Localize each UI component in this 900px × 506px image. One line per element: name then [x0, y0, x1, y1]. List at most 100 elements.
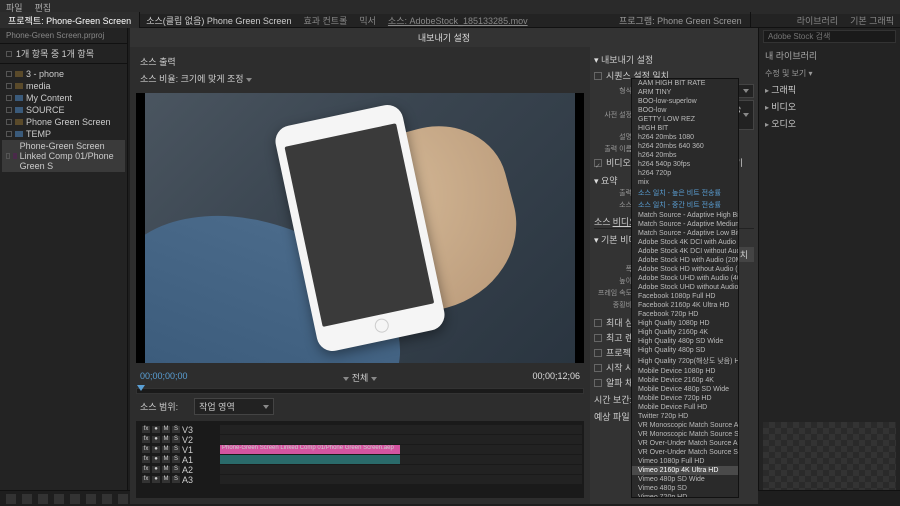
track-button[interactable]: S [172, 466, 180, 473]
timecode-in[interactable]: 00;00;00;00 [140, 371, 188, 384]
track-content[interactable] [220, 455, 582, 464]
checkbox-icon[interactable] [6, 119, 12, 125]
preset-option[interactable]: Twitter 720p HD [632, 412, 738, 421]
track-button[interactable]: M [162, 436, 170, 443]
max-quality-checkbox[interactable] [594, 334, 602, 342]
preset-option[interactable]: Adobe Stock 4K DCI with Audio (40Mbps) [632, 238, 738, 247]
timeline-track[interactable]: fx●MSA1 [138, 455, 582, 464]
settings-tab-effects[interactable]: 소스 [594, 215, 611, 228]
track-button[interactable]: ● [152, 436, 160, 443]
lib-group-graphics[interactable]: 그래픽 [771, 85, 796, 95]
audio-clip[interactable] [220, 455, 400, 464]
preset-option[interactable]: High Quality 2160p 4K [632, 328, 738, 337]
preset-option[interactable]: Vimeo 480p SD Wide [632, 475, 738, 484]
tab-library[interactable]: 라이브러리 [791, 12, 844, 29]
checkbox-icon[interactable] [6, 71, 12, 77]
preset-option[interactable]: h264 720p [632, 169, 738, 178]
track-button[interactable]: fx [142, 436, 150, 443]
preset-option[interactable]: h264 20mbs 640 360 [632, 142, 738, 151]
tab-program[interactable]: 프로그램: Phone Green Screen [611, 12, 751, 29]
preset-option[interactable]: Facebook 1080p Full HD [632, 292, 738, 301]
track-button[interactable]: ● [152, 476, 160, 483]
track-button[interactable]: ● [152, 426, 160, 433]
tab-mixer[interactable]: 믹서 [353, 12, 382, 29]
export-tab-output[interactable]: 출력 [159, 57, 176, 67]
track-button[interactable]: ● [152, 446, 160, 453]
range-dropdown[interactable]: 작업 영역 [194, 398, 274, 415]
project-item[interactable]: Phone Green Screen [2, 116, 125, 128]
library-sort[interactable]: 수정 및 보기 ▾ [759, 66, 900, 81]
preset-option[interactable]: Vimeo 720p HD [632, 493, 738, 498]
track-content[interactable] [220, 435, 582, 444]
tool-hand-icon[interactable] [102, 494, 112, 504]
checkbox-icon[interactable] [6, 153, 10, 159]
tool-selection-icon[interactable] [6, 494, 16, 504]
track-button[interactable]: fx [142, 426, 150, 433]
tool-type-icon[interactable] [118, 494, 128, 504]
timeline-track[interactable]: fx●MSV2 [138, 435, 582, 444]
fit-dropdown[interactable]: 크기에 맞게 조정 [181, 74, 244, 84]
preset-option[interactable]: Mobile Device 2160p 4K [632, 376, 738, 385]
preset-option[interactable]: BOO-low [632, 106, 738, 115]
preset-option[interactable]: Adobe Stock HD without Audio (20Mbps) [632, 265, 738, 274]
stock-search-input[interactable] [763, 30, 896, 43]
preset-option[interactable]: 소스 일치 - 중간 비트 전송률 [632, 199, 738, 211]
preset-option[interactable]: h264 20mbs [632, 151, 738, 160]
track-button[interactable]: M [162, 476, 170, 483]
project-item[interactable]: SOURCE [2, 104, 125, 116]
timeline-track[interactable]: fx●MSA3 [138, 475, 582, 484]
preset-option[interactable]: Match Source - Adaptive Low Bitrate [632, 229, 738, 238]
checkbox-icon[interactable] [6, 83, 12, 89]
track-button[interactable]: ● [152, 456, 160, 463]
alpha-checkbox[interactable] [594, 379, 602, 387]
track-button[interactable]: M [162, 426, 170, 433]
preset-option[interactable]: Facebook 720p HD [632, 310, 738, 319]
tab-effect-controls[interactable]: 효과 컨트롤 [297, 12, 353, 29]
tool-slip-icon[interactable] [70, 494, 80, 504]
project-item[interactable]: TEMP [2, 128, 125, 140]
tool-pen-icon[interactable] [86, 494, 96, 504]
preset-option[interactable]: Vimeo 1080p Full HD [632, 457, 738, 466]
track-button[interactable]: S [172, 436, 180, 443]
tool-track-icon[interactable] [22, 494, 32, 504]
preset-option[interactable]: 소스 일치 - 높은 비트 전송률 [632, 187, 738, 199]
preset-option[interactable]: ARM TINY [632, 88, 738, 97]
timeline-track[interactable]: fx●MSV3 [138, 425, 582, 434]
track-button[interactable]: S [172, 476, 180, 483]
max-depth-checkbox[interactable] [594, 319, 602, 327]
preset-option[interactable]: AAM HIGH BIT RATE [632, 79, 738, 88]
export-video-checkbox[interactable] [594, 159, 602, 167]
track-content[interactable] [220, 475, 582, 484]
tab-source[interactable]: 소스(클립 없음) Phone Green Screen [140, 12, 297, 29]
preset-option[interactable]: Adobe Stock UHD without Audio (40Mbps) [632, 283, 738, 292]
tab-graphics[interactable]: 기본 그래픽 [844, 12, 900, 29]
preset-option[interactable]: Mobile Device Full HD [632, 403, 738, 412]
preset-option[interactable]: VR Over-Under Match Source Ambisonics [632, 439, 738, 448]
preset-option[interactable]: h264 20mbs 1080 [632, 133, 738, 142]
project-item[interactable]: media [2, 80, 125, 92]
preset-option[interactable]: Vimeo 480p SD [632, 484, 738, 493]
bin-view-icon[interactable] [6, 51, 12, 57]
export-scrubber[interactable] [136, 388, 584, 394]
preset-option[interactable]: h264 540p 30fps [632, 160, 738, 169]
preset-option[interactable]: GETTY LOW REZ [632, 115, 738, 124]
preset-option[interactable]: Mobile Device 720p HD [632, 394, 738, 403]
preset-option[interactable]: Adobe Stock UHD with Audio (40Mbps) [632, 274, 738, 283]
project-item[interactable]: My Content [2, 92, 125, 104]
video-clip[interactable]: Phone-Green Screen Linked Comp 01/Phone … [220, 445, 400, 454]
track-button[interactable]: fx [142, 466, 150, 473]
tab-asset[interactable]: 소스: AdobeStock_185133285.mov [382, 12, 534, 29]
preset-option[interactable]: mix [632, 178, 738, 187]
preset-option[interactable]: Vimeo 2160p 4K Ultra HD [632, 466, 738, 475]
track-button[interactable]: S [172, 456, 180, 463]
project-item[interactable]: Phone-Green Screen Linked Comp 01/Phone … [2, 140, 125, 172]
track-button[interactable]: M [162, 456, 170, 463]
track-button[interactable]: S [172, 446, 180, 453]
track-content[interactable] [220, 425, 582, 434]
timeline-track[interactable]: fx●MSV1Phone-Green Screen Linked Comp 01… [138, 445, 582, 454]
preset-list[interactable]: AAM HIGH BIT RATEARM TINYBOO-low-superlo… [631, 78, 739, 498]
match-seq-checkbox[interactable] [594, 72, 602, 80]
tool-ripple-icon[interactable] [38, 494, 48, 504]
checkbox-icon[interactable] [6, 107, 12, 113]
preset-option[interactable]: Match Source - Adaptive Medium Bitrate [632, 220, 738, 229]
